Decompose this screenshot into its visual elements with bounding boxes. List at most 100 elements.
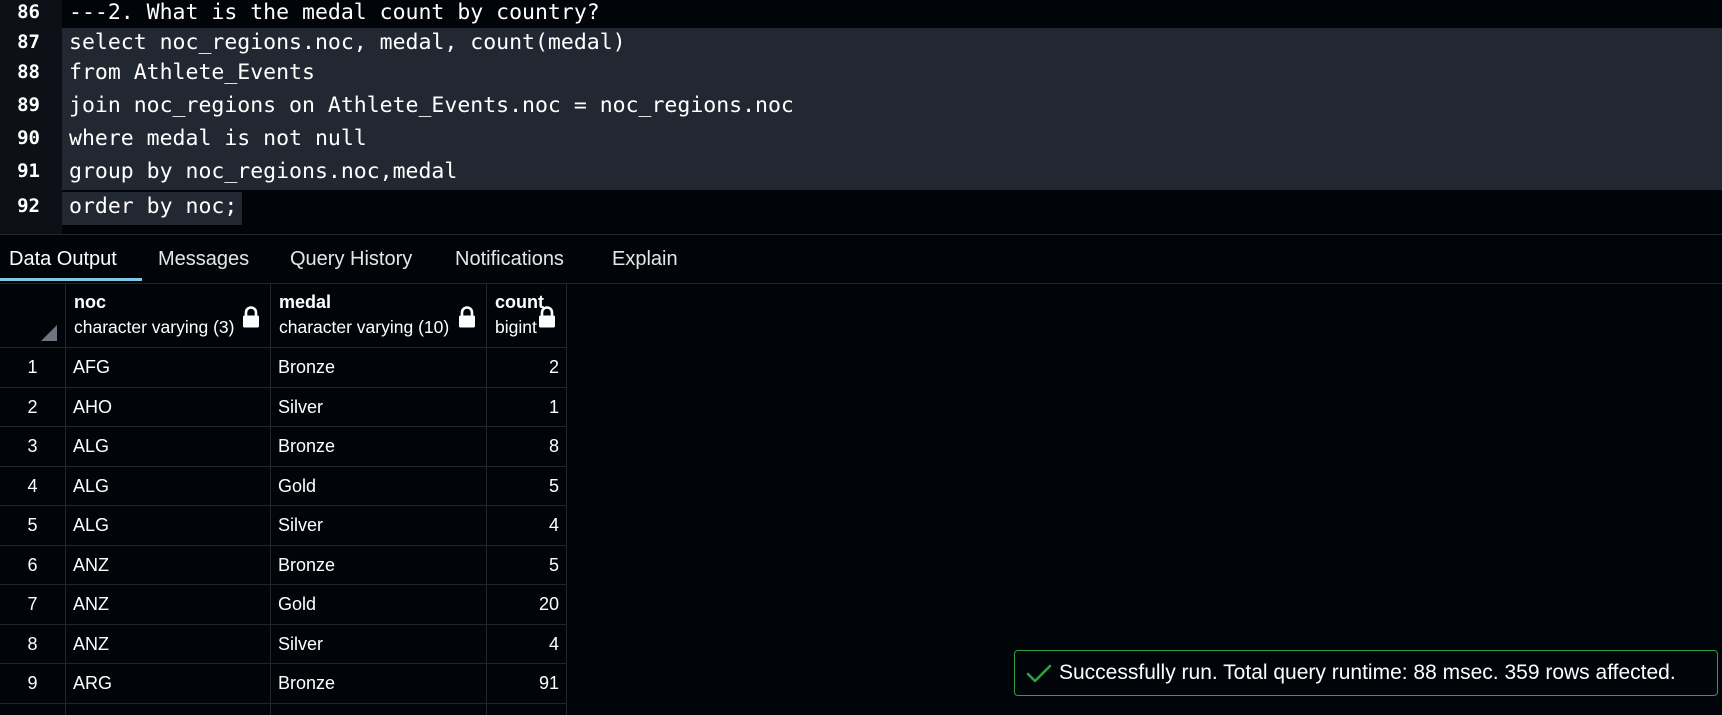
table-row[interactable]: 3 ALG Bronze 8 <box>0 427 567 467</box>
column-type: character varying (10) <box>279 317 450 337</box>
cell-noc[interactable]: AHO <box>66 387 271 427</box>
cell-medal[interactable]: Bronze <box>271 348 487 388</box>
cell-noc[interactable]: ANZ <box>66 545 271 585</box>
data-output-grid[interactable]: noc character varying (3) medal characte… <box>0 284 567 715</box>
cell-count[interactable]: 1 <box>487 387 567 427</box>
row-number[interactable]: 3 <box>0 427 66 467</box>
cell-noc[interactable]: ALG <box>66 466 271 506</box>
tab-label: Notifications <box>455 248 564 270</box>
code-line[interactable]: 88 from Athlete_Events <box>0 58 1722 91</box>
row-number[interactable]: 5 <box>0 506 66 546</box>
tab-data-output[interactable]: Data Output <box>9 235 117 284</box>
tab-label: Explain <box>612 248 678 270</box>
cell-medal[interactable]: Gold <box>271 703 487 715</box>
code-text[interactable]: group by noc_regions.noc,medal <box>69 159 457 184</box>
cell-medal[interactable]: Silver <box>271 387 487 427</box>
line-number: 86 <box>17 1 40 23</box>
row-number[interactable]: 4 <box>0 466 66 506</box>
select-all-icon <box>41 325 57 341</box>
code-line[interactable]: 89 join noc_regions on Athlete_Events.no… <box>0 91 1722 124</box>
column-type: character varying (3) <box>74 317 235 337</box>
column-header-noc[interactable]: noc character varying (3) <box>66 284 271 348</box>
tab-label: Messages <box>158 248 250 270</box>
sql-editor[interactable]: 86 ---2. What is the medal count by coun… <box>0 0 1722 234</box>
notification-message: Successfully run. Total query runtime: 8… <box>1059 661 1676 684</box>
line-number: 90 <box>17 127 40 149</box>
column-header-medal[interactable]: medal character varying (10) <box>271 284 487 348</box>
checkmark-icon <box>1026 664 1052 683</box>
row-number[interactable]: 6 <box>0 545 66 585</box>
row-number[interactable]: 2 <box>0 387 66 427</box>
table-row[interactable]: 5 ALG Silver 4 <box>0 506 567 546</box>
tab-label: Query History <box>290 248 413 270</box>
code-text[interactable]: join noc_regions on Athlete_Events.noc =… <box>69 93 794 118</box>
cell-noc[interactable]: ALG <box>66 427 271 467</box>
table-row[interactable]: 7 ANZ Gold 20 <box>0 585 567 625</box>
success-notification[interactable]: Successfully run. Total query runtime: 8… <box>1014 650 1718 696</box>
result-tabs: Data Output Messages Query History Notif… <box>0 234 1722 284</box>
row-number[interactable]: 1 <box>0 348 66 388</box>
row-number[interactable]: 8 <box>0 624 66 664</box>
line-number: 89 <box>17 94 40 116</box>
cell-count[interactable]: 8 <box>487 427 567 467</box>
cell-noc[interactable]: ANZ <box>66 624 271 664</box>
cell-count[interactable]: 91 <box>487 664 567 704</box>
table-row[interactable]: 6 ANZ Bronze 5 <box>0 545 567 585</box>
cell-medal[interactable]: Bronze <box>271 427 487 467</box>
cell-count[interactable]: 20 <box>487 585 567 625</box>
cell-noc[interactable]: ARG <box>66 664 271 704</box>
line-number: 91 <box>17 160 40 182</box>
row-number[interactable]: 9 <box>0 664 66 704</box>
cell-medal[interactable]: Bronze <box>271 545 487 585</box>
column-name: medal <box>279 292 332 312</box>
cell-count[interactable]: 5 <box>487 545 567 585</box>
cell-medal[interactable]: Gold <box>271 466 487 506</box>
table-row[interactable]: 10 ARG Gold 91 <box>0 703 567 715</box>
cell-count[interactable]: 5 <box>487 466 567 506</box>
lock-icon <box>243 306 259 328</box>
select-all-corner[interactable] <box>0 284 66 348</box>
cell-noc[interactable]: ANZ <box>66 585 271 625</box>
cell-medal[interactable]: Silver <box>271 506 487 546</box>
cell-noc[interactable]: AFG <box>66 348 271 388</box>
code-text[interactable]: from Athlete_Events <box>69 60 315 85</box>
row-number[interactable]: 7 <box>0 585 66 625</box>
tab-messages[interactable]: Messages <box>158 235 249 284</box>
cell-count[interactable]: 4 <box>487 506 567 546</box>
table-row[interactable]: 9 ARG Bronze 91 <box>0 664 567 704</box>
code-text[interactable]: ---2. What is the medal count by country… <box>69 0 600 25</box>
table-row[interactable]: 4 ALG Gold 5 <box>0 466 567 506</box>
cell-noc[interactable]: ARG <box>66 703 271 715</box>
cell-count[interactable]: 2 <box>487 348 567 388</box>
cell-noc[interactable]: ALG <box>66 506 271 546</box>
line-number: 88 <box>17 61 40 83</box>
cell-count[interactable]: 91 <box>487 703 567 715</box>
grid-header: noc character varying (3) medal characte… <box>0 284 567 348</box>
cell-medal[interactable]: Bronze <box>271 664 487 704</box>
column-name: noc <box>74 292 107 312</box>
table-row[interactable]: 8 ANZ Silver 4 <box>0 624 567 664</box>
row-number[interactable]: 10 <box>0 703 66 715</box>
code-text[interactable]: order by noc; <box>69 194 237 219</box>
code-line[interactable]: 90 where medal is not null <box>0 124 1722 157</box>
table-row[interactable]: 2 AHO Silver 1 <box>0 387 567 427</box>
lock-icon <box>459 306 475 328</box>
code-line[interactable]: 92 order by noc; <box>0 192 1722 225</box>
code-text[interactable]: select noc_regions.noc, medal, count(med… <box>69 30 626 55</box>
code-line[interactable]: 87 select noc_regions.noc, medal, count(… <box>0 28 1722 61</box>
line-number: 87 <box>17 31 40 53</box>
tab-query-history[interactable]: Query History <box>290 235 412 284</box>
code-line[interactable]: 91 group by noc_regions.noc,medal <box>0 157 1722 190</box>
tab-notifications[interactable]: Notifications <box>455 235 564 284</box>
cell-medal[interactable]: Gold <box>271 585 487 625</box>
active-tab-indicator <box>0 278 142 281</box>
lock-icon <box>539 306 555 328</box>
tab-label: Data Output <box>9 248 117 270</box>
tab-explain[interactable]: Explain <box>612 235 678 284</box>
column-header-count[interactable]: count bigint <box>487 284 567 348</box>
code-text[interactable]: where medal is not null <box>69 126 367 151</box>
table-row[interactable]: 1 AFG Bronze 2 <box>0 348 567 388</box>
cell-count[interactable]: 4 <box>487 624 567 664</box>
line-number: 92 <box>17 195 40 217</box>
cell-medal[interactable]: Silver <box>271 624 487 664</box>
